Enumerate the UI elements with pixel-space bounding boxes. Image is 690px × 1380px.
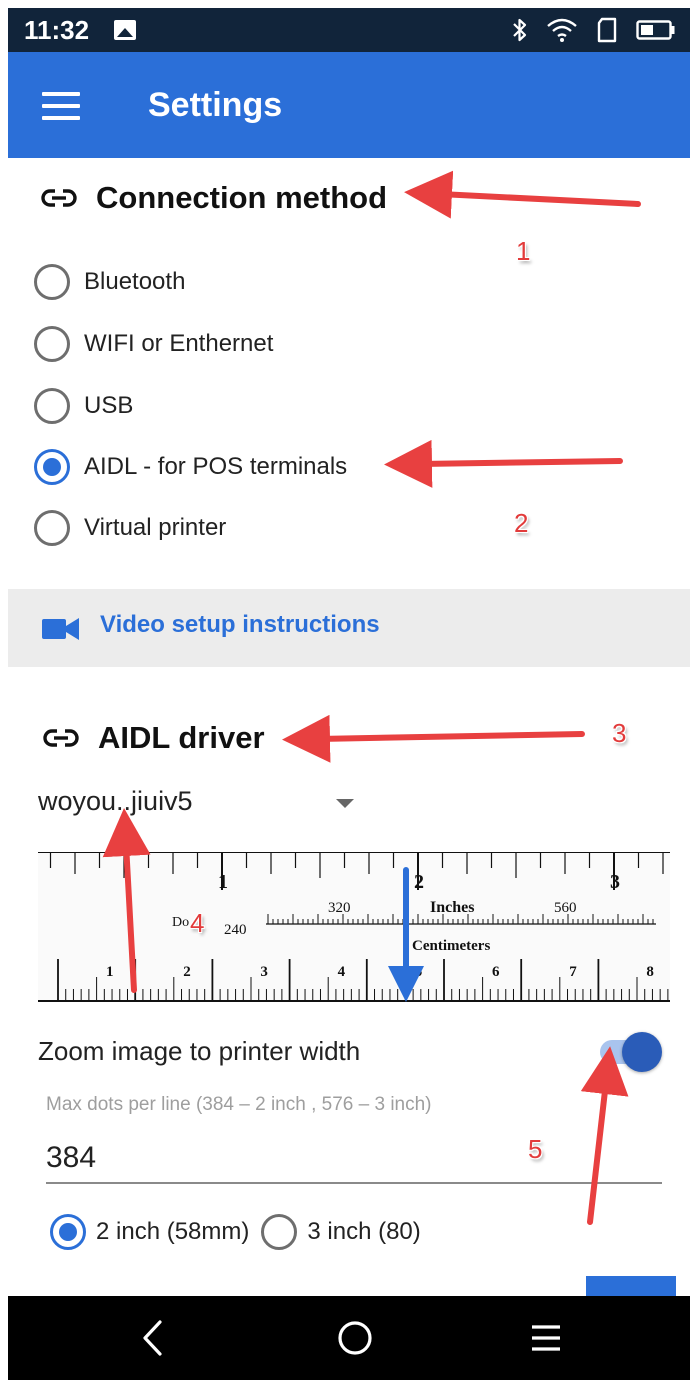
video-setup-link[interactable]: Video setup instructions <box>8 589 690 667</box>
driver-dropdown[interactable]: woyou..jiuiv5 <box>38 786 358 826</box>
bluetooth-icon <box>513 18 527 42</box>
link-icon <box>43 729 79 747</box>
paper-size-radios: 2 inch (58mm) 3 inch (80) <box>50 1214 433 1250</box>
radio-button[interactable] <box>34 264 70 300</box>
annotation-number: 1 <box>516 236 531 266</box>
ruler-inch-label: 2 <box>414 871 424 893</box>
ruler-graphic: 1 2 3 Do 240 320 560 Inches Centimeters … <box>38 852 670 1002</box>
ruler-cm-label: 5 <box>415 964 423 980</box>
ruler-dot-label: 240 <box>224 922 247 938</box>
video-setup-label: Video setup instructions <box>100 611 380 638</box>
ruler-dot-label: 320 <box>328 900 351 916</box>
ruler-cm-label: 4 <box>338 964 346 980</box>
ruler-cm-label: 8 <box>646 964 654 980</box>
radio-label: WIFI or Enthernet <box>84 330 274 357</box>
connection-method-header: Connection method <box>40 180 387 216</box>
radio-usb[interactable]: USB <box>34 388 133 424</box>
status-icons <box>512 16 676 44</box>
back-icon[interactable] <box>140 1318 164 1358</box>
max-dots-input[interactable] <box>46 1134 662 1184</box>
settings-content: Connection method Bluetooth WIFI or Enth… <box>8 158 690 1296</box>
navigation-bar <box>8 1296 690 1380</box>
ruler-image: 1 2 3 Do 240 320 560 Inches Centimeters … <box>38 852 670 1002</box>
app-bar: Settings <box>8 52 690 158</box>
aidl-driver-title: AIDL driver <box>98 720 265 755</box>
radio-label: 2 inch (58mm) <box>96 1218 250 1245</box>
recent-apps-icon[interactable] <box>530 1318 562 1358</box>
radio-button[interactable] <box>34 510 70 546</box>
radio-virtual-printer[interactable]: Virtual printer <box>34 510 226 546</box>
ruler-cm-label: 3 <box>260 964 268 980</box>
radio-aidl[interactable]: AIDL - for POS terminals <box>34 449 347 485</box>
home-icon[interactable] <box>336 1318 374 1358</box>
ruler-inch-label: 3 <box>610 871 620 893</box>
sim-card-icon <box>597 17 617 43</box>
ruler-dots-label: Do <box>172 915 189 930</box>
status-time: 11:32 <box>24 15 90 45</box>
annotation-number: 2 <box>514 508 529 538</box>
max-dots-hint: Max dots per line (384 – 2 inch , 576 – … <box>46 1094 432 1115</box>
ruler-inch-label: 1 <box>218 871 228 893</box>
radio-bluetooth[interactable]: Bluetooth <box>34 264 185 300</box>
bottom-action-button[interactable] <box>586 1276 676 1296</box>
link-icon <box>41 189 77 207</box>
radio-button[interactable] <box>34 388 70 424</box>
radio-label: Bluetooth <box>84 268 186 295</box>
ruler-cm-label: 1 <box>106 964 114 980</box>
battery-icon <box>636 20 675 40</box>
radio-button[interactable] <box>34 326 70 362</box>
driver-selected-value: woyou..jiuiv5 <box>38 786 193 816</box>
radio-label: Virtual printer <box>84 514 227 541</box>
annotation-number: 5 <box>528 1134 543 1164</box>
toggle-thumb <box>622 1032 662 1072</box>
status-bar: 11:32 <box>8 8 690 52</box>
aidl-driver-header: AIDL driver <box>42 720 265 756</box>
radio-2-inch[interactable] <box>50 1214 86 1250</box>
radio-label: 3 inch (80) <box>307 1218 421 1245</box>
radio-3-inch[interactable] <box>261 1214 298 1250</box>
annotation-number: 4 <box>190 908 205 938</box>
connection-method-title: Connection method <box>96 180 388 215</box>
dropdown-caret-icon <box>336 799 354 808</box>
ruler-dot-label: 560 <box>554 900 577 916</box>
ruler-centimeters-label: Centimeters <box>412 938 490 954</box>
ruler-cm-label: 6 <box>492 964 500 980</box>
zoom-to-width-toggle[interactable] <box>598 1032 662 1072</box>
zoom-to-width-label: Zoom image to printer width <box>38 1036 361 1066</box>
radio-button-selected[interactable] <box>34 449 70 485</box>
ruler-cm-label: 2 <box>183 964 191 980</box>
radio-label: USB <box>84 392 134 419</box>
radio-wifi-ethernet[interactable]: WIFI or Enthernet <box>34 326 273 362</box>
ruler-inches-label: Inches <box>430 899 474 916</box>
image-icon <box>114 20 136 40</box>
wifi-icon <box>547 18 577 42</box>
video-camera-icon <box>42 618 79 640</box>
annotation-number: 3 <box>612 718 627 748</box>
page-title: Settings <box>148 86 283 124</box>
ruler-cm-label: 7 <box>569 964 577 980</box>
hamburger-menu-icon[interactable] <box>42 92 80 120</box>
radio-label: AIDL - for POS terminals <box>84 453 348 480</box>
screen: 11:32 Settings Connection method Bluetoo… <box>0 0 690 1380</box>
